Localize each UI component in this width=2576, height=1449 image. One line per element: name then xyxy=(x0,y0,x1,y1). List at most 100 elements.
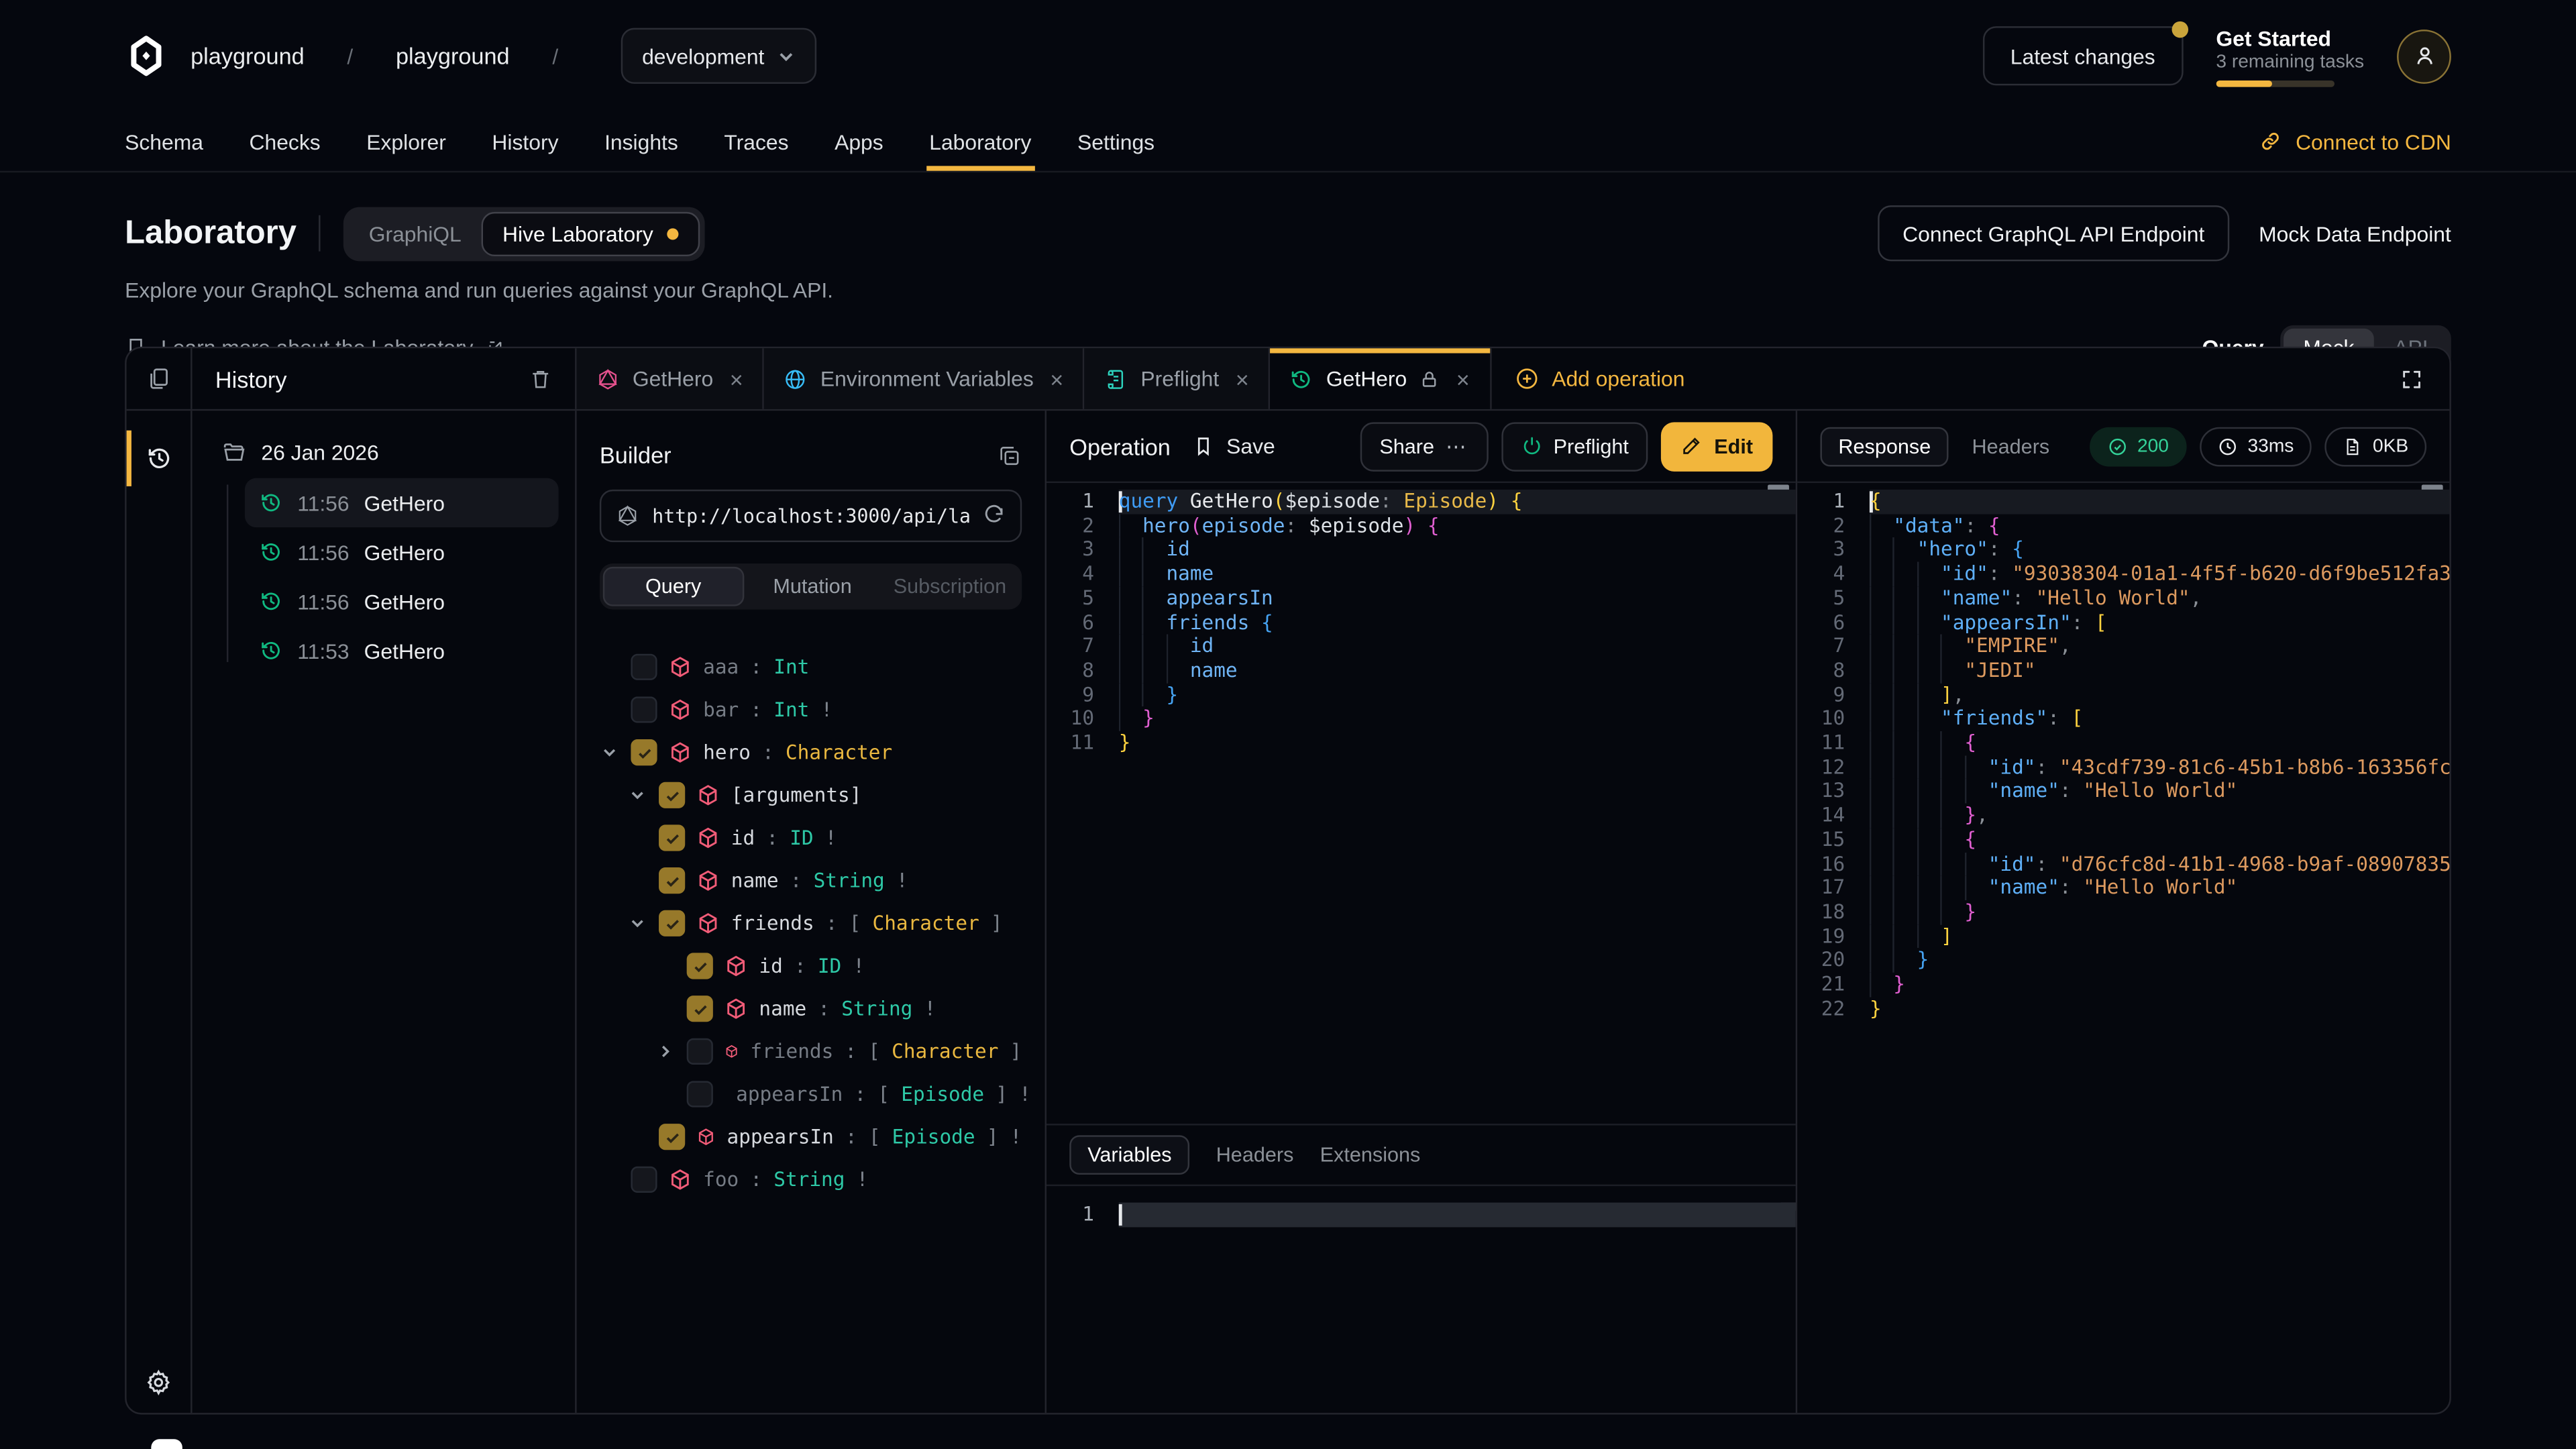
code-line: 15{ xyxy=(1797,828,2449,852)
preflight-button[interactable]: Preflight xyxy=(1501,421,1648,470)
field-checkbox[interactable] xyxy=(631,696,657,722)
code-line: 3"hero": { xyxy=(1797,538,2449,562)
tab-headers[interactable]: Headers xyxy=(1216,1143,1294,1166)
field-checkbox[interactable] xyxy=(687,1038,713,1065)
op-type-subscription[interactable]: Subscription xyxy=(881,567,1018,606)
hive-logo-icon[interactable] xyxy=(125,34,168,77)
field-checkbox[interactable] xyxy=(659,1124,685,1150)
add-operation-button[interactable]: Add operation xyxy=(1491,348,1708,409)
chevron-down-icon[interactable] xyxy=(629,787,645,803)
chevron-down-icon[interactable] xyxy=(601,744,617,760)
builder-field-row[interactable]: appearsIn: [Episode]! xyxy=(600,1073,1022,1116)
close-icon[interactable]: × xyxy=(1456,366,1470,392)
refresh-icon[interactable] xyxy=(982,504,1005,527)
history-date-group[interactable]: 26 Jan 2026 xyxy=(209,434,559,472)
tab-response-headers[interactable]: Headers xyxy=(1972,435,2050,458)
code-line: 1 xyxy=(1046,1203,1796,1227)
history-item[interactable]: 11:56GetHero xyxy=(245,577,559,626)
endpoint-url-input[interactable]: http://localhost:3000/api/lab/playground xyxy=(600,490,1022,542)
nav-item-history[interactable]: History xyxy=(469,112,582,171)
field-checkbox[interactable] xyxy=(687,1081,713,1107)
close-icon[interactable]: × xyxy=(1236,366,1249,392)
field-checkbox[interactable] xyxy=(659,910,685,936)
share-button[interactable]: Share⋯ xyxy=(1360,421,1488,470)
tab-extensions[interactable]: Extensions xyxy=(1320,1143,1421,1166)
builder-panel: Builder http://localhost:3000/api/lab/pl… xyxy=(577,411,1046,1413)
builder-field-row[interactable]: bar: Int! xyxy=(600,688,1022,731)
field-checkbox[interactable] xyxy=(659,867,685,894)
tab-environment-variables[interactable]: Environment Variables× xyxy=(765,348,1085,409)
target-select[interactable]: development xyxy=(621,28,817,84)
fullscreen-button[interactable] xyxy=(2374,348,2450,409)
response-code-viewer[interactable]: 1{2"data": {3"hero": {4"id": "93038304-0… xyxy=(1797,483,2449,1413)
breadcrumb-org[interactable]: playground xyxy=(191,43,305,69)
latest-changes-button[interactable]: Latest changes xyxy=(1982,26,2183,85)
close-icon[interactable]: × xyxy=(730,366,743,392)
op-type-query[interactable]: Query xyxy=(603,567,744,606)
close-icon[interactable]: × xyxy=(1050,366,1063,392)
code-line: 17"name": "Hello World" xyxy=(1797,876,2449,900)
field-checkbox[interactable] xyxy=(631,654,657,680)
nav-item-schema[interactable]: Schema xyxy=(102,112,226,171)
gear-icon xyxy=(145,1368,173,1397)
mode-hive-laboratory[interactable]: Hive Laboratory xyxy=(481,211,699,256)
collapse-panel-button[interactable] xyxy=(998,443,1022,468)
connect-endpoint-button[interactable]: Connect GraphQL API Endpoint xyxy=(1878,205,2229,261)
op-type-mutation[interactable]: Mutation xyxy=(744,567,881,606)
tab-response[interactable]: Response xyxy=(1820,427,1949,466)
nav-item-insights[interactable]: Insights xyxy=(582,112,701,171)
builder-field-row[interactable]: hero: Character xyxy=(600,731,1022,774)
tab-variables[interactable]: Variables xyxy=(1069,1135,1189,1175)
fullscreen-icon xyxy=(2400,367,2423,390)
nav-item-traces[interactable]: Traces xyxy=(701,112,812,171)
history-title: History xyxy=(215,366,287,392)
save-button[interactable]: Save xyxy=(1193,434,1275,459)
builder-field-row[interactable]: aaa: Int xyxy=(600,645,1022,688)
tab-gethero-active[interactable]: GetHero × xyxy=(1271,348,1491,409)
code-line: 10"friends": [ xyxy=(1797,707,2449,731)
builder-field-row[interactable]: friends: [Character] xyxy=(600,1030,1022,1073)
clear-history-button[interactable] xyxy=(529,367,552,390)
field-checkbox[interactable] xyxy=(659,782,685,808)
brand: playground / playground / development xyxy=(125,28,817,84)
field-checkbox[interactable] xyxy=(659,824,685,851)
history-item[interactable]: 11:56GetHero xyxy=(245,478,559,527)
history-rail-button[interactable] xyxy=(127,427,191,490)
toast-pill[interactable] xyxy=(151,1439,182,1449)
nav-item-apps[interactable]: Apps xyxy=(812,112,906,171)
chevron-right-icon[interactable] xyxy=(657,1043,674,1059)
builder-field-row[interactable]: name: String! xyxy=(600,859,1022,902)
breadcrumb-project[interactable]: playground xyxy=(396,43,510,69)
nav-item-explorer[interactable]: Explorer xyxy=(343,112,469,171)
settings-rail-button[interactable] xyxy=(145,1368,173,1397)
nav-item-laboratory[interactable]: Laboratory xyxy=(906,112,1055,171)
operation-code-editor[interactable]: 1query GetHero($episode: Episode) {2hero… xyxy=(1046,483,1796,1124)
builder-field-row[interactable]: appearsIn: [Episode]! xyxy=(600,1116,1022,1159)
mock-endpoint-button[interactable]: Mock Data Endpoint xyxy=(2259,221,2451,246)
field-checkbox[interactable] xyxy=(687,996,713,1022)
builder-field-row[interactable]: id: ID! xyxy=(600,816,1022,859)
variables-editor[interactable]: 1 xyxy=(1046,1186,1796,1226)
get-started-widget[interactable]: Get Started 3 remaining tasks xyxy=(2216,25,2364,87)
builder-field-row[interactable]: name: String! xyxy=(600,987,1022,1030)
chevron-down-icon[interactable] xyxy=(629,915,645,931)
builder-field-row[interactable]: friends: [Character] xyxy=(600,902,1022,945)
tab-gethero-1[interactable]: GetHero× xyxy=(577,348,765,409)
mode-graphiql[interactable]: GraphiQL xyxy=(349,213,481,254)
nav-item-settings[interactable]: Settings xyxy=(1055,112,1178,171)
tab-preflight[interactable]: Preflight× xyxy=(1085,348,1270,409)
builder-field-row[interactable]: [arguments] xyxy=(600,773,1022,816)
documents-panel-button[interactable] xyxy=(127,348,193,409)
user-avatar[interactable] xyxy=(2397,29,2451,83)
field-checkbox[interactable] xyxy=(631,1167,657,1193)
field-checkbox[interactable] xyxy=(687,953,713,979)
edit-button[interactable]: Edit xyxy=(1662,421,1773,470)
history-item[interactable]: 11:53GetHero xyxy=(245,626,559,675)
builder-field-row[interactable]: id: ID! xyxy=(600,945,1022,987)
field-checkbox[interactable] xyxy=(631,739,657,765)
connect-to-cdn-link[interactable]: Connect to CDN xyxy=(2259,112,2474,171)
builder-field-row[interactable]: foo: String! xyxy=(600,1159,1022,1201)
history-item[interactable]: 11:56GetHero xyxy=(245,527,559,576)
code-line: 10} xyxy=(1046,707,1796,731)
nav-item-checks[interactable]: Checks xyxy=(226,112,343,171)
